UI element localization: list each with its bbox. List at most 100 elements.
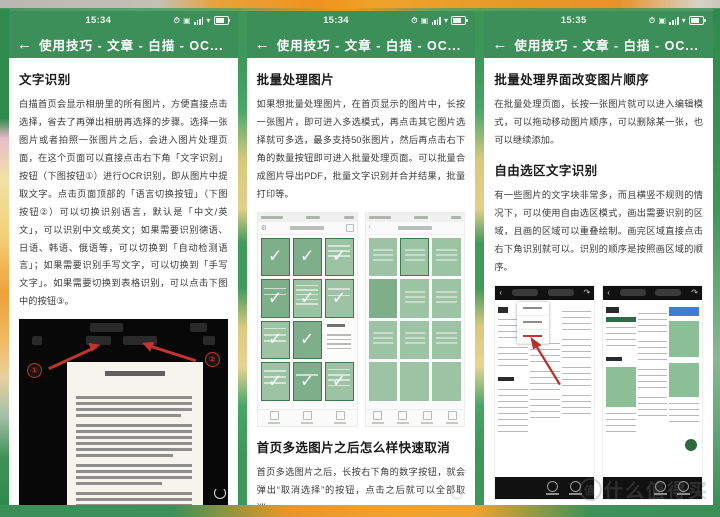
paper-column (606, 303, 636, 474)
grid-cell[interactable]: ✓ (324, 237, 354, 277)
back-button[interactable]: ← (255, 37, 277, 52)
sync-icon: ▣ (658, 15, 667, 25)
mini-screen-left: ⚙ ✓ ✓ ✓ ✓ ✓ ✓ ✓ ✓ ✓ ✓ ✓ (256, 211, 358, 427)
phone-screenshot-1: 15:34 ⏱ ▣ ▾ ← 使用技巧 - 文章 - 白描 - OC... 文字识… (9, 11, 238, 505)
grid-cell[interactable]: ✓ (260, 279, 290, 318)
section-heading: 文字识别 (19, 73, 71, 87)
marker-2: ② (204, 352, 220, 368)
check-icon: ✓ (268, 246, 283, 266)
annotation-arrow (530, 336, 562, 385)
section-heading: 批量处理界面改变图片顺序 (494, 73, 650, 87)
panel-divider-1 (237, 11, 247, 505)
grid-cell[interactable]: ✓ (260, 320, 290, 360)
status-time: 15:34 (323, 15, 349, 26)
mini-settings-icon[interactable]: ⚙ (261, 224, 267, 232)
grid-cell[interactable]: ✓ (292, 237, 322, 277)
tab-item[interactable] (390, 410, 415, 426)
recognize-fab-icon[interactable] (685, 438, 698, 451)
grid-cell[interactable]: ✓ (292, 279, 322, 318)
article-body-2: 批量处理图片 如果想批量处理图片，在首页显示的图片中，长按一张图片，即可进入多选… (246, 58, 476, 505)
section-paragraph: 首页多选图片之后，长按右下角的数字按钮，就会弹出“取消选择”的按钮，点击之后就可… (256, 466, 466, 505)
sync-icon: ▣ (183, 15, 191, 25)
tab-item-count[interactable] (324, 410, 357, 426)
tab-item[interactable] (366, 410, 391, 426)
section-paragraph: 如果想批量处理图片，在首页显示的图片中，长按一张图片，即可进入多选模式，再点击其… (256, 99, 466, 199)
grid-cell[interactable]: ✓ (324, 362, 354, 401)
grid-cell[interactable]: ✓ (324, 279, 354, 318)
grid-cell[interactable] (432, 320, 462, 360)
check-icon: ✓ (268, 329, 283, 349)
check-icon: ✓ (268, 371, 283, 391)
watermark: 值 什么值得买 (579, 476, 709, 503)
grid-cell[interactable] (368, 320, 398, 360)
mode-chip-b[interactable] (547, 289, 574, 296)
panel-divider-2 (475, 11, 485, 505)
grid-cell[interactable]: ✓ (292, 362, 322, 401)
grid-cell[interactable] (368, 279, 398, 318)
mini-tab-bar (365, 408, 465, 426)
dark-toolbar: ‹ ↷ (495, 285, 595, 300)
phone-screenshot-3: 15:35 ⏱ ▣ ▾ ← 使用技巧 - 文章 - 白描 - OC... 批量处… (484, 11, 714, 505)
share-icon[interactable]: ↷ (691, 288, 698, 297)
check-icon: ✓ (331, 371, 347, 391)
section-paragraph: 白描首页会显示相册里的所有图片，方便直接点击选择，省去了再弹出相册再选择的步骤。… (19, 99, 228, 307)
tab-item[interactable] (291, 410, 324, 426)
signal-icon (431, 16, 442, 25)
article-body-3: 批量处理界面改变图片顺序 在批量处理页面，长按一张图片就可以进入编辑模式，可以拖… (484, 58, 714, 505)
grid-cell[interactable] (368, 237, 398, 277)
grid-cell[interactable] (432, 279, 462, 318)
mode-chip-b[interactable] (655, 289, 682, 296)
grid-cell[interactable] (400, 362, 430, 401)
grid-cell[interactable]: ✓ (260, 362, 290, 401)
wifi-icon: ▾ (444, 15, 449, 25)
nav-bar-1: ← 使用技巧 - 文章 - 白描 - OC... (9, 30, 238, 58)
mini-back-icon[interactable]: ‹ (369, 224, 371, 231)
share-icon[interactable]: ↷ (583, 288, 590, 297)
grid-cell[interactable] (400, 237, 430, 277)
dark-screen-left: ‹ ↷ (494, 284, 596, 500)
grid-cell[interactable] (432, 362, 462, 401)
grid-cell[interactable] (324, 320, 354, 360)
back-button[interactable]: ← (17, 37, 39, 52)
grid-cell[interactable] (400, 279, 430, 318)
newspaper-page (495, 299, 595, 477)
mode-chip-a[interactable] (511, 289, 538, 296)
tab-item[interactable] (415, 410, 440, 426)
section-heading: 批量处理图片 (256, 73, 335, 87)
back-button[interactable]: ← (492, 37, 514, 52)
loading-spinner (213, 487, 226, 499)
signal-icon (669, 16, 679, 25)
grid-cell[interactable]: ✓ (292, 320, 322, 360)
watermark-badge: 值 (579, 478, 602, 501)
status-bar-3: 15:35 ⏱ ▣ ▾ (484, 11, 714, 30)
mini-nav-bar: ⚙ (257, 221, 357, 235)
back-icon[interactable]: ‹ (499, 288, 502, 297)
tab-item[interactable] (258, 410, 291, 426)
mini-grid-icon[interactable] (345, 223, 354, 232)
annotation-arrows (48, 342, 197, 371)
alarm-icon: ⏱ (173, 15, 181, 25)
back-icon[interactable]: ‹ (607, 288, 610, 297)
status-bar-1: 15:34 ⏱ ▣ ▾ (9, 11, 238, 30)
check-icon: ✓ (299, 288, 315, 308)
check-icon: ✓ (299, 329, 315, 349)
frame-right-strip (713, 9, 720, 507)
mini-status-bar (365, 212, 465, 222)
grid-cell[interactable] (368, 362, 398, 401)
tab-item[interactable] (440, 410, 465, 426)
footer-button[interactable] (546, 480, 560, 495)
grid-cell[interactable]: ✓ (260, 237, 290, 277)
image-grid-selected: ✓ ✓ ✓ ✓ ✓ ✓ ✓ ✓ ✓ ✓ ✓ (258, 235, 357, 409)
newspaper-page (603, 299, 703, 477)
battery-icon (213, 16, 231, 25)
grid-cell[interactable] (400, 320, 430, 360)
page-title: 使用技巧 - 文章 - 白描 - OC... (276, 38, 462, 53)
wifi-icon: ▾ (681, 15, 687, 25)
mode-chip-a[interactable] (619, 289, 646, 296)
check-icon: ✓ (268, 288, 283, 308)
grid-cell[interactable] (432, 237, 462, 277)
nav-bar-3: ← 使用技巧 - 文章 - 白描 - OC... (484, 30, 714, 58)
page-title: 使用技巧 - 文章 - 白描 - OC... (514, 38, 699, 53)
screenshot-collage: 15:34 ⏱ ▣ ▾ ← 使用技巧 - 文章 - 白描 - OC... 文字识… (9, 11, 714, 505)
check-icon: ✓ (331, 288, 347, 308)
